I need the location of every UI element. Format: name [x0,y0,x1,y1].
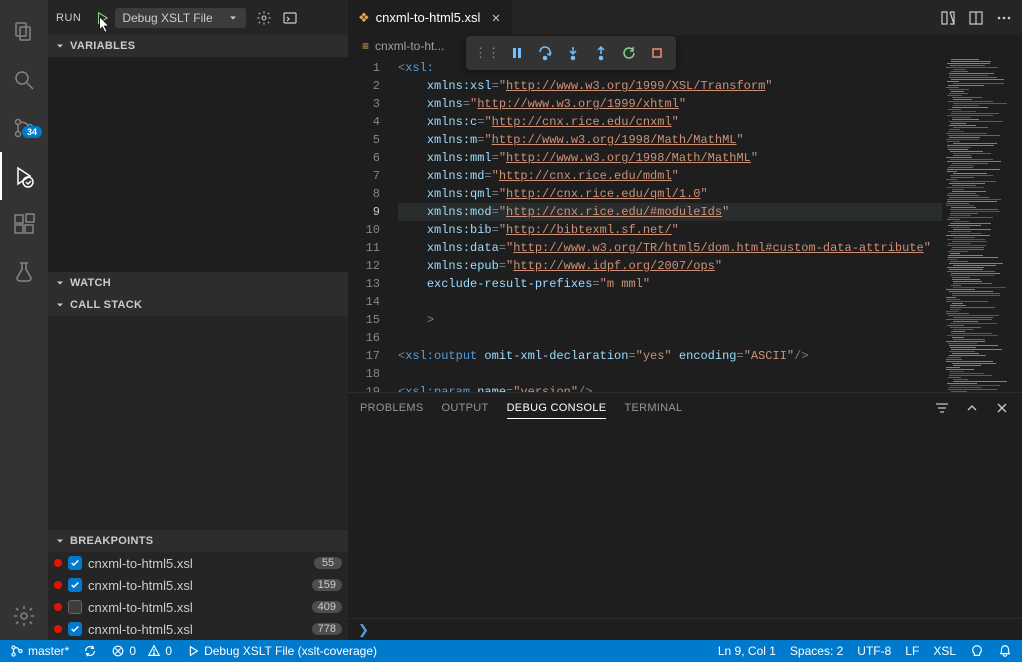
breakpoint-file: cnxml-to-html5.xsl [88,622,306,637]
debug-config-dropdown[interactable]: Debug XSLT File [115,8,245,28]
breakpoint-row[interactable]: cnxml-to-html5.xsl 778 [48,618,348,640]
breakpoint-line-badge: 409 [312,601,342,613]
status-bar: master* 0 0 Debug XSLT File (xslt-covera… [0,640,1022,662]
collapse-panel-icon[interactable] [964,400,980,416]
debug-toolbar[interactable]: ⋮⋮ [466,36,676,70]
watch-section-header[interactable]: WATCH [48,272,348,294]
feedback-icon[interactable] [968,644,986,658]
stop-button[interactable] [644,40,670,66]
start-debug-button[interactable] [95,11,109,25]
breakpoint-dot-icon [54,559,62,567]
close-panel-icon[interactable] [994,400,1010,416]
extensions-icon[interactable] [0,200,48,248]
step-over-button[interactable] [532,40,558,66]
explorer-icon[interactable] [0,8,48,56]
step-into-button[interactable] [560,40,586,66]
encoding-status[interactable]: UTF-8 [855,644,893,658]
bottom-panel: PROBLEMS OUTPUT DEBUG CONSOLE TERMINAL ❯ [348,392,1022,640]
breakpoint-dot-icon [54,581,62,589]
tab-label: cnxml-to-html5.xsl [376,10,481,25]
breakpoint-file: cnxml-to-html5.xsl [88,600,306,615]
tab-debug-console[interactable]: DEBUG CONSOLE [507,398,607,419]
callstack-body [48,316,348,531]
editor-area: ❖ cnxml-to-html5.xsl ≡ cnxml-to-ht... 12… [348,0,1022,640]
breakpoint-checkbox[interactable] [68,622,82,636]
source-control-icon[interactable]: 34 [0,104,48,152]
breakpoint-line-badge: 778 [312,623,342,635]
breakpoint-file: cnxml-to-html5.xsl [88,578,306,593]
sidebar-title: RUN [56,12,89,24]
variables-section-header[interactable]: VARIABLES [48,35,348,57]
scm-badge: 34 [22,126,42,138]
restart-button[interactable] [616,40,642,66]
drag-handle-icon[interactable]: ⋮⋮ [472,43,502,63]
breakpoint-dot-icon [54,625,62,633]
step-out-button[interactable] [588,40,614,66]
more-actions-icon[interactable] [996,10,1012,26]
breakpoint-checkbox[interactable] [68,556,82,570]
variables-body [48,57,348,272]
debug-console-body [348,423,1022,618]
breakpoint-line-badge: 55 [314,557,342,569]
breakpoints-list: cnxml-to-html5.xsl 55 cnxml-to-html5.xsl 15… [48,552,348,640]
breakpoint-row[interactable]: cnxml-to-html5.xsl 409 [48,596,348,618]
filter-icon[interactable] [934,400,950,416]
breakpoint-row[interactable]: cnxml-to-html5.xsl 159 [48,574,348,596]
breakpoint-line-badge: 159 [312,579,342,591]
breakpoint-file: cnxml-to-html5.xsl [88,556,308,571]
sync-status[interactable] [81,644,99,658]
breakpoints-section-header[interactable]: BREAKPOINTS [48,530,348,552]
debug-target-status[interactable]: Debug XSLT File (xslt-coverage) [184,644,379,658]
breakpoint-checkbox[interactable] [68,578,82,592]
tab-output[interactable]: OUTPUT [442,398,489,418]
editor-tab[interactable]: ❖ cnxml-to-html5.xsl [348,0,513,35]
minimap[interactable] [942,57,1022,392]
debug-config-label: Debug XSLT File [122,11,212,25]
eol-status[interactable]: LF [903,644,921,658]
debug-console-toggle-icon[interactable] [282,10,298,26]
breakpoint-dot-icon [54,603,62,611]
pause-button[interactable] [504,40,530,66]
file-icon: ≡ [362,39,369,53]
line-gutter[interactable]: 12345678910111213141516171819 [348,57,398,392]
cursor-position-status[interactable]: Ln 9, Col 1 [716,644,778,658]
language-status[interactable]: XSL [931,644,958,658]
debug-console-input[interactable]: ❯ [348,618,1022,640]
search-icon[interactable] [0,56,48,104]
debug-settings-icon[interactable] [256,10,272,26]
code-editor[interactable]: <xsl: xmlns:xsl="http://www.w3.org/1999/… [398,57,942,392]
activity-bar: 34 [0,0,48,640]
tab-terminal[interactable]: TERMINAL [624,398,682,418]
problems-status[interactable]: 0 0 [109,644,174,658]
spaces-status[interactable]: Spaces: 2 [788,644,845,658]
file-icon: ❖ [358,10,370,26]
run-debug-icon[interactable] [0,152,48,200]
run-sidebar: RUN Debug XSLT File VARIABLES WATCH CALL… [48,0,348,640]
tab-problems[interactable]: PROBLEMS [360,398,424,418]
breadcrumb[interactable]: ≡ cnxml-to-ht... [348,35,1022,57]
close-tab-icon[interactable] [490,12,502,24]
notifications-icon[interactable] [996,644,1014,658]
branch-status[interactable]: master* [8,644,71,658]
callstack-section-header[interactable]: CALL STACK [48,294,348,316]
breakpoint-row[interactable]: cnxml-to-html5.xsl 55 [48,552,348,574]
testing-icon[interactable] [0,248,48,296]
breakpoint-checkbox[interactable] [68,600,82,614]
settings-gear-icon[interactable] [0,592,48,640]
compare-changes-icon[interactable] [940,10,956,26]
split-editor-icon[interactable] [968,10,984,26]
